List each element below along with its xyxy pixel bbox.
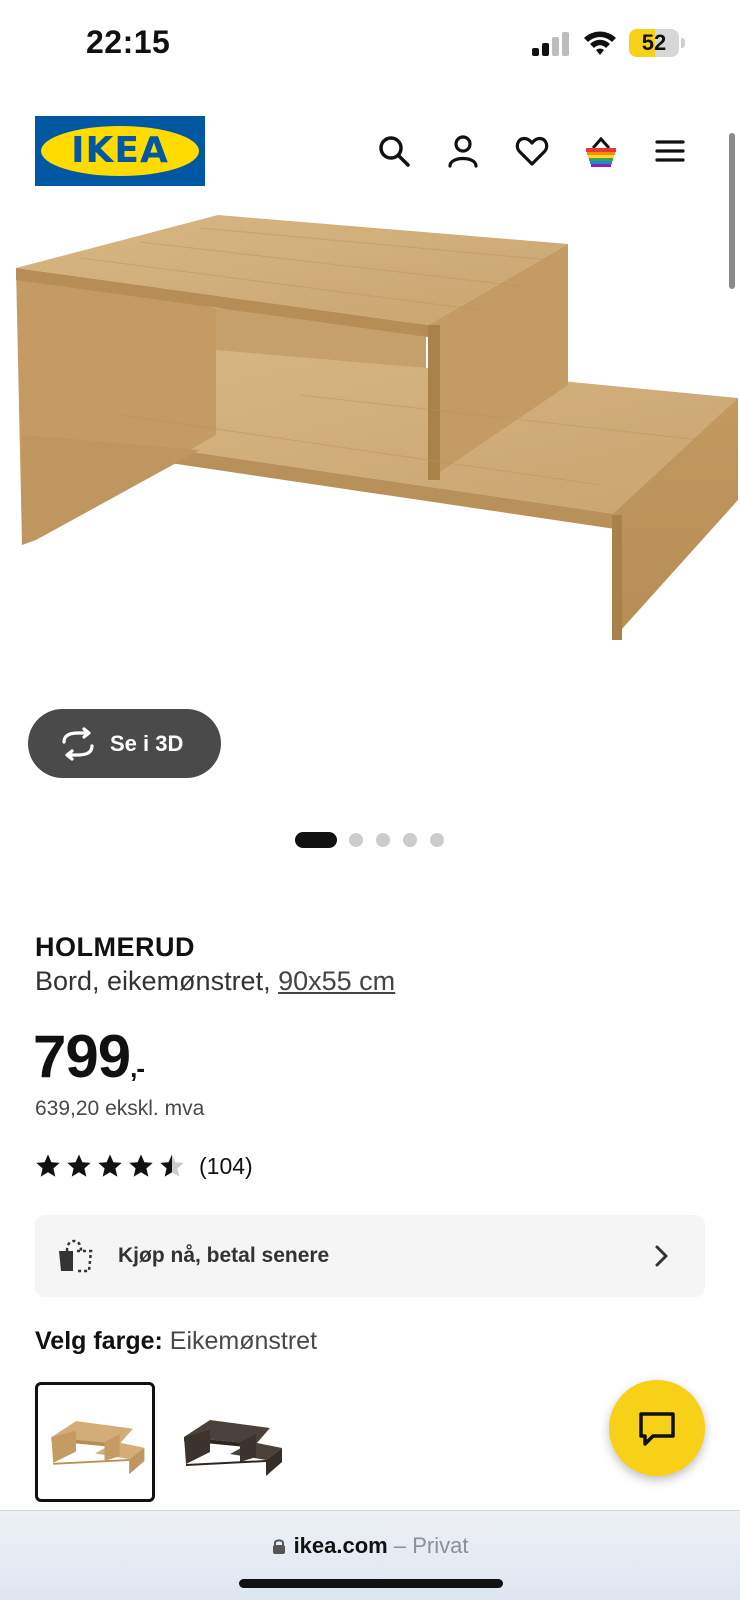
product-price: 799,- [33,1022,145,1091]
color-select-value: Eikemønstret [169,1327,318,1355]
star-icon [98,1154,122,1177]
pay-later-label: Kjøp nå, betal senere [118,1244,330,1267]
lock-icon [272,1539,285,1554]
url-domain: ikea.com [293,1533,388,1558]
rotate-3d-icon [62,727,94,761]
product-description: Bord, eikemønstret, 90x55 cm [35,966,395,997]
rating-count[interactable]: (104) [199,1153,253,1180]
price-suffix: ,- [130,1053,145,1083]
signal-icon [532,32,569,56]
pagination-dot[interactable] [430,833,444,847]
battery-level: 52 [641,30,667,55]
battery-indicator: 52 [629,29,685,57]
browser-address-bar[interactable]: ikea.com – Privat [0,1510,740,1600]
pagination-dot[interactable] [349,833,363,847]
ikea-logo[interactable]: IKEA [35,116,205,186]
status-bar: 22:15 52 [0,0,740,90]
private-mode-label: – Privat [387,1533,469,1558]
pagination-dot[interactable] [376,833,390,847]
star-icon [67,1154,91,1177]
status-time: 22:15 [86,24,171,60]
color-select-heading: Velg farge: Eikemønstret [35,1327,317,1356]
chat-icon [639,1412,675,1446]
chevron-right-icon [655,1245,668,1267]
image-pagination [0,832,740,848]
pay-later-banner[interactable]: Kjøp nå, betal senere [35,1215,705,1297]
user-icon[interactable] [440,128,486,174]
product-type: Bord, eikemønstret, [35,966,279,996]
site-header: IKEA [0,116,740,186]
pagination-dot[interactable] [295,832,337,848]
view-3d-button[interactable]: Se i 3D [28,709,221,778]
product-size-link[interactable]: 90x55 cm [278,966,395,996]
color-swatch-oak[interactable] [35,1382,155,1502]
star-icon [129,1154,153,1177]
price-excl-vat: 639,20 ekskl. mva [35,1097,205,1120]
menu-icon[interactable] [647,128,693,174]
view-3d-label: Se i 3D [110,731,184,756]
star-icon [160,1154,184,1177]
heart-icon[interactable] [509,128,555,174]
swatch-black-brown-image [184,1420,282,1476]
product-image[interactable] [0,200,740,700]
color-select-label: Velg farge: [35,1327,163,1355]
home-indicator[interactable] [239,1579,503,1588]
pagination-dot[interactable] [403,833,417,847]
price-value: 799 [33,1023,131,1090]
basket-icon[interactable] [578,128,624,174]
wifi-icon [584,31,616,55]
search-icon[interactable] [371,128,417,174]
chat-button[interactable] [609,1380,705,1476]
product-name: HOLMERUD [35,932,195,962]
url-display[interactable]: ikea.com – Privat [0,1533,740,1559]
pay-later-icon [59,1239,93,1273]
color-swatch-black-brown[interactable] [170,1382,290,1502]
star-icon [36,1154,60,1177]
swatch-oak-image [51,1421,145,1475]
